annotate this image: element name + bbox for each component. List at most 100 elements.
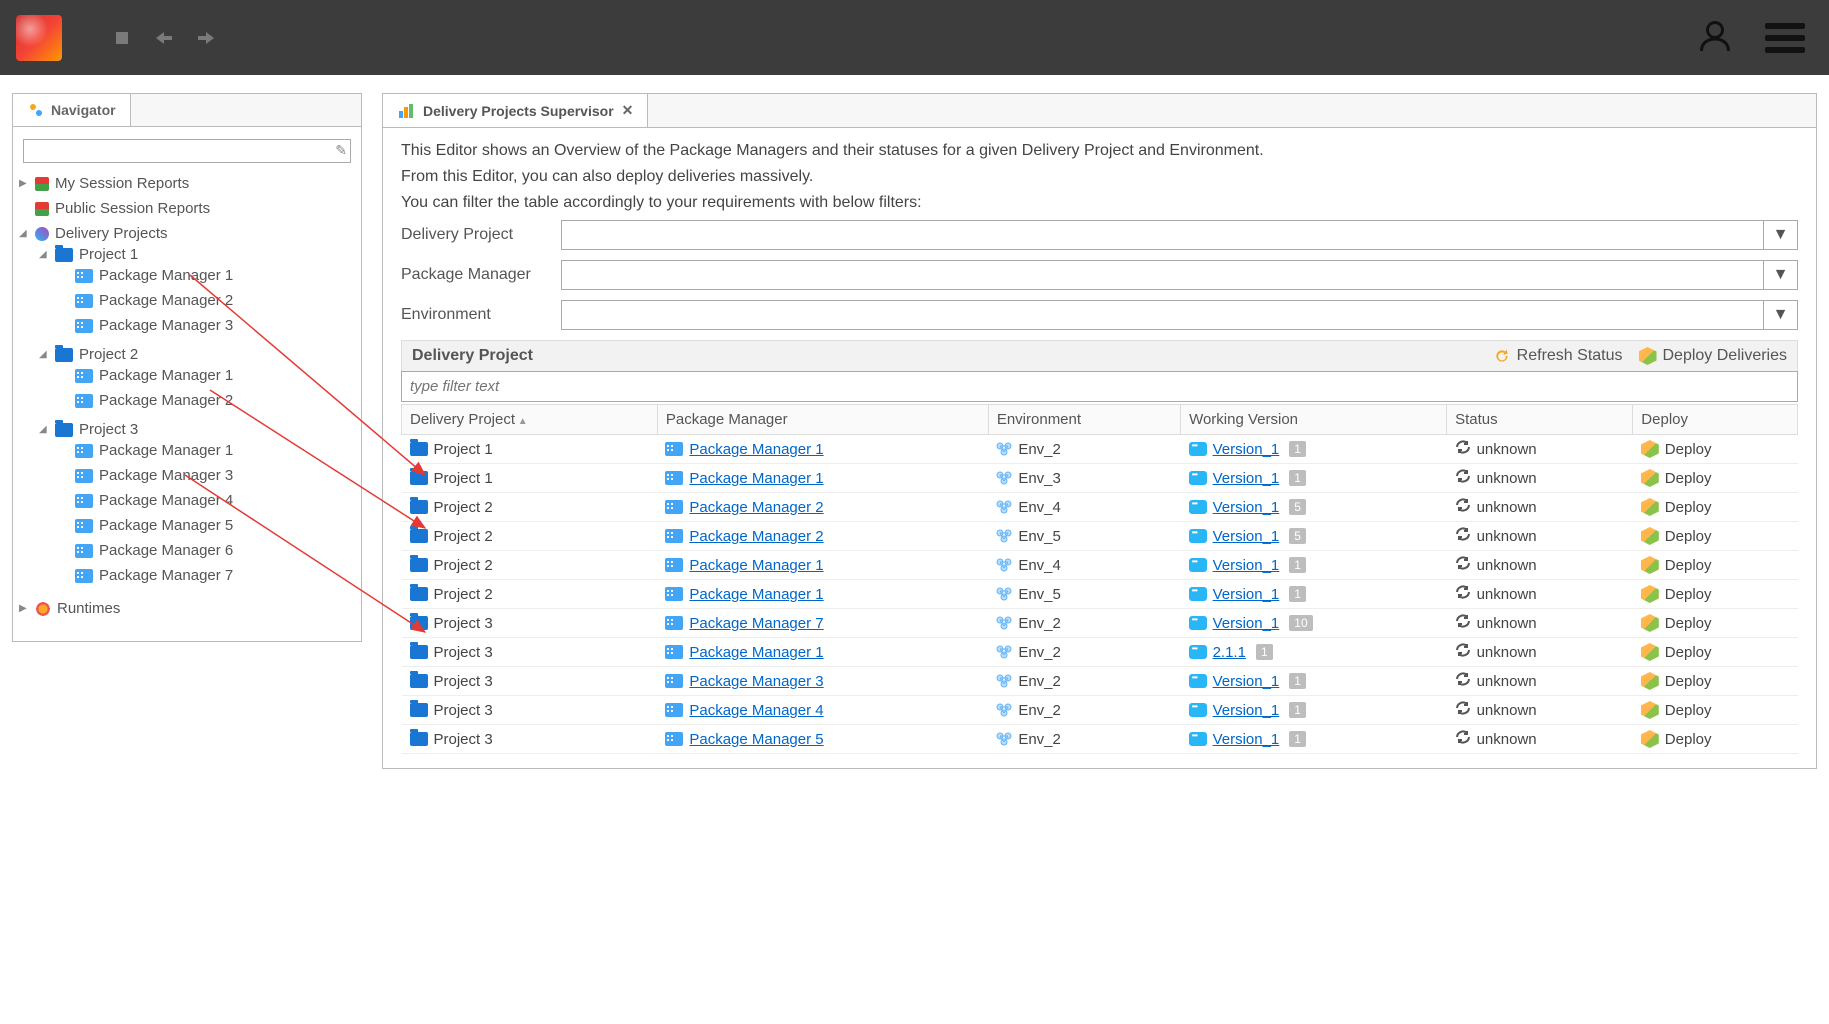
cell-version-link[interactable]: Version_1 bbox=[1213, 615, 1280, 632]
cell-version-link[interactable]: Version_1 bbox=[1213, 499, 1280, 516]
cell-version-link[interactable]: Version_1 bbox=[1213, 586, 1280, 603]
tree-delivery-projects[interactable]: ◢Delivery Projects bbox=[19, 225, 355, 242]
table-row[interactable]: Project 1 Package Manager 1 Env_2 Versio… bbox=[402, 435, 1798, 464]
cell-deploy-button[interactable]: Deploy bbox=[1665, 499, 1712, 516]
folder-icon bbox=[410, 529, 428, 543]
table-row[interactable]: Project 2 Package Manager 1 Env_4 Versio… bbox=[402, 551, 1798, 580]
cell-package-manager-link[interactable]: Package Manager 1 bbox=[689, 441, 823, 458]
cell-deploy-button[interactable]: Deploy bbox=[1665, 673, 1712, 690]
forward-icon[interactable] bbox=[194, 26, 218, 50]
col-environment[interactable]: Environment bbox=[988, 405, 1180, 435]
cell-package-manager-link[interactable]: Package Manager 1 bbox=[689, 644, 823, 661]
tree-package-manager[interactable]: Package Manager 1 bbox=[59, 267, 355, 284]
col-delivery-project[interactable]: Delivery Project bbox=[402, 405, 658, 435]
cell-version-link[interactable]: Version_1 bbox=[1213, 528, 1280, 545]
cell-version-link[interactable]: 2.1.1 bbox=[1213, 644, 1246, 661]
chevron-down-icon[interactable]: ▼ bbox=[1763, 301, 1797, 329]
tree-project-1[interactable]: ◢Project 1 bbox=[39, 246, 355, 263]
hamburger-menu-icon[interactable] bbox=[1765, 23, 1805, 53]
navigator-search[interactable]: ✎ bbox=[23, 139, 351, 163]
icn-runtime-icon bbox=[35, 601, 51, 617]
refresh-status-button[interactable]: Refresh Status bbox=[1493, 347, 1623, 365]
cell-deploy-button[interactable]: Deploy bbox=[1665, 586, 1712, 603]
tree-package-manager[interactable]: Package Manager 4 bbox=[59, 492, 355, 509]
cell-deploy-button[interactable]: Deploy bbox=[1665, 615, 1712, 632]
editor-tab[interactable]: Delivery Projects Supervisor ✕ bbox=[383, 94, 648, 127]
cell-deploy-button[interactable]: Deploy bbox=[1665, 702, 1712, 719]
cell-package-manager-link[interactable]: Package Manager 2 bbox=[689, 528, 823, 545]
cell-package-manager-link[interactable]: Package Manager 3 bbox=[689, 673, 823, 690]
tree-project-3[interactable]: ◢Project 3 bbox=[39, 421, 355, 438]
icn-dp-icon bbox=[35, 227, 49, 241]
col-deploy[interactable]: Deploy bbox=[1633, 405, 1798, 435]
col-status[interactable]: Status bbox=[1447, 405, 1633, 435]
cell-version-link[interactable]: Version_1 bbox=[1213, 470, 1280, 487]
table-row[interactable]: Project 3 Package Manager 4 Env_2 Versio… bbox=[402, 696, 1798, 725]
folder-icon bbox=[410, 674, 428, 688]
cell-deploy-button[interactable]: Deploy bbox=[1665, 731, 1712, 748]
filter-environment-combo[interactable]: ▼ bbox=[561, 300, 1798, 330]
tree-my-session-reports[interactable]: ▶My Session Reports bbox=[19, 175, 355, 192]
cell-package-manager-link[interactable]: Package Manager 1 bbox=[689, 586, 823, 603]
table-row[interactable]: Project 3 Package Manager 3 Env_2 Versio… bbox=[402, 667, 1798, 696]
table-row[interactable]: Project 3 Package Manager 7 Env_2 Versio… bbox=[402, 609, 1798, 638]
tree-project-2[interactable]: ◢Project 2 bbox=[39, 346, 355, 363]
tree-package-manager[interactable]: Package Manager 3 bbox=[59, 467, 355, 484]
navigator-search-input[interactable] bbox=[23, 139, 351, 163]
cell-package-manager-link[interactable]: Package Manager 1 bbox=[689, 470, 823, 487]
tree-runtimes[interactable]: ▶Runtimes bbox=[19, 600, 355, 617]
back-icon[interactable] bbox=[152, 26, 176, 50]
table-row[interactable]: Project 2 Package Manager 2 Env_5 Versio… bbox=[402, 522, 1798, 551]
tree-package-manager[interactable]: Package Manager 1 bbox=[59, 442, 355, 459]
version-icon bbox=[1189, 442, 1207, 456]
cell-package-manager-link[interactable]: Package Manager 5 bbox=[689, 731, 823, 748]
stop-icon[interactable] bbox=[110, 26, 134, 50]
tree-public-session-reports[interactable]: Public Session Reports bbox=[19, 200, 355, 217]
cell-deploy-button[interactable]: Deploy bbox=[1665, 441, 1712, 458]
table-row[interactable]: Project 2 Package Manager 2 Env_4 Versio… bbox=[402, 493, 1798, 522]
deploy-deliveries-button[interactable]: Deploy Deliveries bbox=[1639, 347, 1788, 365]
chevron-down-icon[interactable]: ▼ bbox=[1763, 261, 1797, 289]
version-icon bbox=[1189, 703, 1207, 717]
cell-version-link[interactable]: Version_1 bbox=[1213, 673, 1280, 690]
chevron-down-icon[interactable]: ▼ bbox=[1763, 221, 1797, 249]
filter-package-manager-combo[interactable]: ▼ bbox=[561, 260, 1798, 290]
environment-icon bbox=[996, 529, 1012, 543]
folder-icon bbox=[410, 703, 428, 717]
tree-package-manager[interactable]: Package Manager 3 bbox=[59, 317, 355, 334]
user-icon[interactable] bbox=[1697, 18, 1733, 57]
navigator-tab[interactable]: Navigator bbox=[13, 94, 131, 126]
tree-package-manager[interactable]: Package Manager 2 bbox=[59, 392, 355, 409]
cell-status: unknown bbox=[1477, 644, 1537, 661]
tree-package-manager[interactable]: Package Manager 5 bbox=[59, 517, 355, 534]
tree-package-manager[interactable]: Package Manager 1 bbox=[59, 367, 355, 384]
table-row[interactable]: Project 3 Package Manager 5 Env_2 Versio… bbox=[402, 725, 1798, 754]
col-package-manager[interactable]: Package Manager bbox=[657, 405, 988, 435]
cell-deploy-button[interactable]: Deploy bbox=[1665, 644, 1712, 661]
cell-package-manager-link[interactable]: Package Manager 7 bbox=[689, 615, 823, 632]
cell-deploy-button[interactable]: Deploy bbox=[1665, 557, 1712, 574]
table-filter-input[interactable] bbox=[401, 371, 1798, 402]
editor-description: This Editor shows an Overview of the Pac… bbox=[401, 142, 1798, 212]
filter-delivery-project-combo[interactable]: ▼ bbox=[561, 220, 1798, 250]
close-icon[interactable]: ✕ bbox=[622, 102, 634, 119]
cell-package-manager-link[interactable]: Package Manager 4 bbox=[689, 702, 823, 719]
table-row[interactable]: Project 3 Package Manager 1 Env_2 2.1.11… bbox=[402, 638, 1798, 667]
cell-version-link[interactable]: Version_1 bbox=[1213, 557, 1280, 574]
cell-deploy-button[interactable]: Deploy bbox=[1665, 470, 1712, 487]
cell-package-manager-link[interactable]: Package Manager 1 bbox=[689, 557, 823, 574]
deploy-icon bbox=[1641, 440, 1659, 458]
cell-version-link[interactable]: Version_1 bbox=[1213, 731, 1280, 748]
table-row[interactable]: Project 1 Package Manager 1 Env_3 Versio… bbox=[402, 464, 1798, 493]
cell-package-manager-link[interactable]: Package Manager 2 bbox=[689, 499, 823, 516]
cell-version-link[interactable]: Version_1 bbox=[1213, 702, 1280, 719]
tree-package-manager[interactable]: Package Manager 7 bbox=[59, 567, 355, 584]
tree-package-manager[interactable]: Package Manager 6 bbox=[59, 542, 355, 559]
col-working-version[interactable]: Working Version bbox=[1181, 405, 1447, 435]
pencil-icon: ✎ bbox=[335, 142, 347, 159]
tree-label: Package Manager 2 bbox=[99, 392, 233, 409]
table-row[interactable]: Project 2 Package Manager 1 Env_5 Versio… bbox=[402, 580, 1798, 609]
cell-deploy-button[interactable]: Deploy bbox=[1665, 528, 1712, 545]
cell-version-link[interactable]: Version_1 bbox=[1213, 441, 1280, 458]
tree-package-manager[interactable]: Package Manager 2 bbox=[59, 292, 355, 309]
